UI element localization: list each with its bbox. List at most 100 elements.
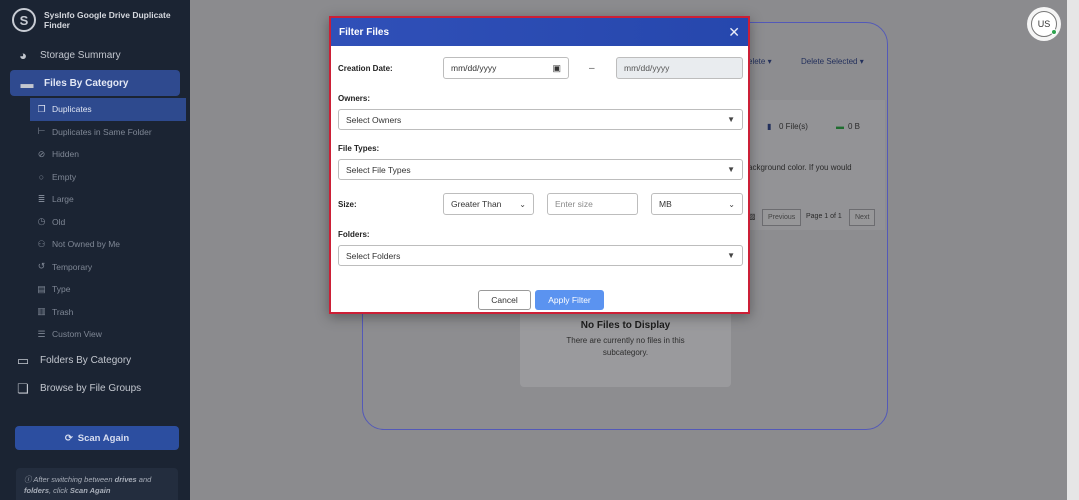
copy-icon: ❐	[37, 103, 46, 114]
sidebar-subitem-label: Temporary	[52, 261, 93, 272]
chevron-down-icon: ▼	[727, 115, 735, 124]
layers-icon: ❏	[17, 380, 29, 396]
folders-select[interactable]: Select Folders ▼	[338, 245, 743, 266]
list-icon: ☰	[37, 328, 46, 339]
sidebar-subitem-not-owned-by-me[interactable]: ⚇ Not Owned by Me	[0, 233, 190, 256]
sidebar-subitem-trash[interactable]: ▥ Trash	[0, 301, 190, 324]
trash-icon: ▥	[37, 306, 46, 317]
tip-text: After switching between	[33, 475, 115, 484]
size-comparator-value: Greater Than	[451, 199, 502, 209]
empty-subtitle: There are currently no files in this sub…	[566, 336, 685, 357]
history-icon: ↺	[37, 261, 46, 272]
avatar-initials: US	[1037, 19, 1051, 29]
app-logo-icon: S	[12, 8, 36, 32]
sidebar-subitem-temporary[interactable]: ↺ Temporary	[0, 256, 190, 279]
sidebar-subitem-hidden[interactable]: ⊘ Hidden	[0, 143, 190, 166]
sidebar-item-storage-summary[interactable]: ◕ Storage Summary	[0, 42, 190, 68]
scan-again-button[interactable]: ⟳ Scan Again	[15, 426, 179, 450]
size-unit-select[interactable]: MB ⌄	[651, 193, 743, 215]
sidebar-subitem-label: Duplicates	[52, 104, 92, 115]
chevron-down-icon: ⌄	[519, 199, 526, 209]
sidebar-subnav: ❐ Duplicates ⊢ Duplicates in Same Folder ⊘ Hi…	[0, 98, 190, 346]
size-label: Size:	[338, 200, 357, 209]
cancel-button[interactable]: Cancel	[478, 290, 531, 310]
brand: S SysInfo Google Drive Duplicate Finder	[0, 0, 190, 40]
file-icon: ▤	[37, 283, 46, 294]
file-types-label: File Types:	[338, 144, 380, 153]
creation-date-label: Creation Date:	[338, 64, 393, 73]
calendar-icon[interactable]: ▣	[552, 63, 561, 74]
refresh-icon: ⟳	[64, 432, 73, 444]
owners-select[interactable]: Select Owners ▼	[338, 109, 743, 130]
sidebar-subitem-large[interactable]: ≣ Large	[0, 188, 190, 211]
circle-icon: ○	[38, 171, 45, 182]
sidebar-subitem-label: Type	[52, 284, 71, 295]
tip-drives: drives	[114, 475, 137, 484]
file-count: 0 File(s)	[779, 122, 808, 131]
tip-text: , click	[49, 486, 70, 495]
chevron-down-icon: ⌄	[728, 199, 735, 209]
sidebar-subitem-custom-view[interactable]: ☰ Custom View	[0, 323, 190, 346]
size-icon: ▬	[836, 122, 844, 131]
chevron-down-icon: ▼	[727, 251, 735, 260]
sidebar-subitem-type[interactable]: ▤ Type	[0, 278, 190, 301]
sidebar-item-browse-file-groups[interactable]: ❏ Browse by File Groups	[0, 376, 190, 402]
sidebar-subitem-empty[interactable]: ○ Empty	[0, 166, 190, 189]
owners-label: Owners:	[338, 94, 371, 103]
sidebar-subitem-label: Not Owned by Me	[52, 239, 121, 250]
empty-title: No Files to Display	[580, 320, 671, 331]
date-from-input[interactable]: mm/dd/yyyy ▣	[443, 57, 569, 79]
filter-files-modal: Filter Files ✕ Creation Date: mm/dd/yyyy…	[329, 16, 750, 314]
avatar[interactable]: US	[1031, 11, 1057, 37]
owners-placeholder: Select Owners	[346, 114, 402, 125]
date-from-placeholder: mm/dd/yyyy	[451, 63, 497, 73]
sidebar-subitem-label: Empty	[52, 171, 77, 182]
pager-page: Page 1 of 1	[806, 213, 842, 220]
file-types-select[interactable]: Select File Types ▼	[338, 159, 743, 180]
pager-prev[interactable]: Previous	[762, 209, 802, 226]
pager-next[interactable]: Next	[849, 209, 876, 226]
tip-scan: Scan Again	[69, 486, 111, 495]
size-input[interactable]: Enter size	[547, 193, 638, 215]
date-to-placeholder: mm/dd/yyyy	[624, 63, 670, 73]
online-status-icon	[1051, 29, 1057, 35]
folder-open-icon: ▭	[16, 352, 30, 368]
date-separator: –	[589, 63, 595, 74]
apply-filter-button[interactable]: Apply Filter	[535, 290, 604, 310]
folders-placeholder: Select Folders	[346, 250, 401, 261]
sidebar-subitem-old[interactable]: ◷ Old	[0, 211, 190, 234]
page-scrollbar[interactable]	[1067, 0, 1079, 500]
sidebar-item-folders-by-category[interactable]: ▭ Folders By Category	[0, 348, 190, 374]
sidebar-subitem-label: Custom View	[52, 329, 102, 340]
sidebar-subitem-duplicates-in-same-folder[interactable]: ⊢ Duplicates in Same Folder	[0, 121, 190, 144]
scan-again-label: Scan Again	[77, 432, 130, 444]
size-comparator-select[interactable]: Greater Than ⌄	[443, 193, 534, 215]
eye-slash-icon: ⊘	[37, 148, 46, 159]
clock-icon: ◷	[37, 216, 46, 227]
user-avatar-wrap[interactable]: US	[1027, 7, 1061, 41]
scan-tip: ⓘ After switching between drives and fol…	[16, 468, 178, 500]
sidebar-item-label: Browse by File Groups	[40, 383, 142, 394]
sidebar: S SysInfo Google Drive Duplicate Finder …	[0, 0, 190, 500]
delete-dropdown[interactable]: elete ▾	[748, 57, 772, 66]
close-icon[interactable]: ✕	[728, 25, 740, 39]
sidebar-subitem-label: Large	[52, 194, 74, 205]
sidebar-item-files-by-category[interactable]: ▬ Files By Category	[10, 70, 180, 96]
size-placeholder: Enter size	[555, 199, 593, 209]
tip-folders: folders	[24, 486, 50, 495]
delete-selected-dropdown[interactable]: Delete Selected ▾	[801, 57, 864, 66]
file-types-placeholder: Select File Types	[346, 164, 411, 175]
tip-text: and	[136, 475, 152, 484]
sidebar-item-label: Folders By Category	[40, 355, 132, 366]
info-icon: ⓘ	[24, 475, 34, 484]
date-to-input[interactable]: mm/dd/yyyy	[616, 57, 743, 79]
size-unit-value: MB	[659, 199, 672, 209]
folders-label: Folders:	[338, 230, 370, 239]
file-count-icon: ▮	[767, 122, 772, 131]
sidebar-item-label: Storage Summary	[40, 49, 121, 61]
database-icon: ≣	[37, 193, 46, 204]
info-text: ackground color. If you would	[748, 163, 852, 172]
app-title: SysInfo Google Drive Duplicate Finder	[44, 10, 171, 30]
modal-title: Filter Files	[339, 26, 390, 38]
sidebar-subitem-duplicates[interactable]: ❐ Duplicates	[30, 98, 186, 121]
